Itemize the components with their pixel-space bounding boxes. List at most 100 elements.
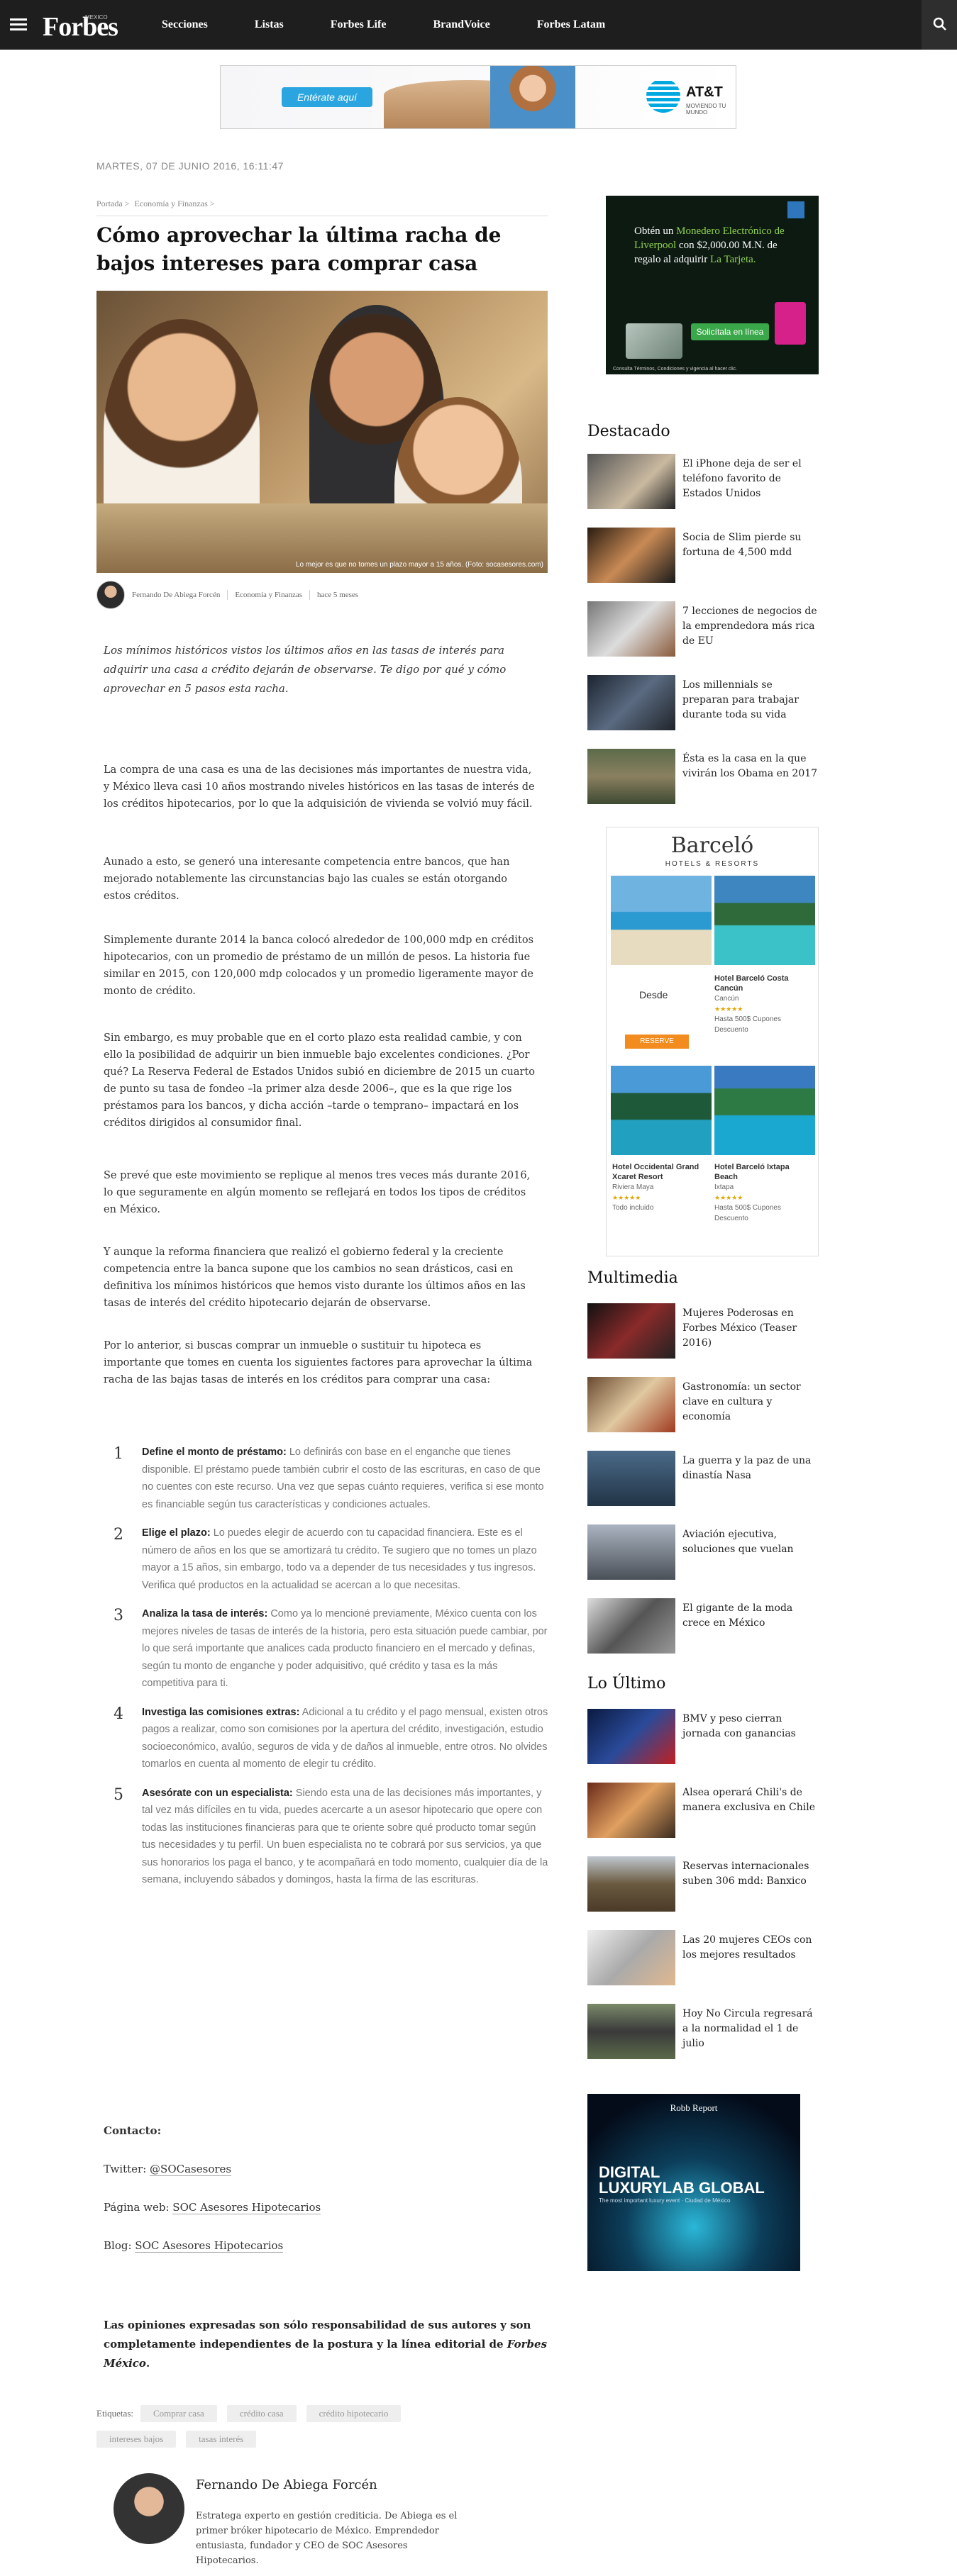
list-item[interactable]: El gigante de la moda crece en México: [587, 1598, 822, 1672]
list-item[interactable]: Reservas internacionales suben 306 mdd: …: [587, 1856, 822, 1930]
author-photo[interactable]: [114, 2473, 184, 2544]
headline-link[interactable]: 7 lecciones de negocios de la emprendedo…: [682, 601, 822, 649]
thumbnail: [587, 1930, 675, 1985]
ad-cta-button[interactable]: Entérate aquí: [282, 87, 372, 107]
top-banner-ad[interactable]: Entérate aquí AT&T MOVIENDO TU MUNDO: [220, 65, 736, 129]
search-button[interactable]: [922, 0, 957, 50]
step-body: Siendo esta una de las decisiones más im…: [142, 1787, 548, 1886]
headline-link[interactable]: Gastronomía: un sector clave en cultura …: [682, 1377, 822, 1424]
list-item[interactable]: Aviación ejecutiva, soluciones que vuela…: [587, 1524, 822, 1598]
list-item: 5 Asesórate con un especialista: Siendo …: [104, 1785, 551, 1889]
price-from-label: Desde: [639, 989, 668, 1000]
time-ago: hace 5 meses: [317, 591, 359, 599]
step-body: Como ya lo mencioné previamente, México …: [142, 1608, 548, 1689]
main-nav-links: Secciones Listas Forbes Life BrandVoice …: [162, 18, 652, 31]
thumbnail: [587, 601, 675, 657]
headline-link[interactable]: Hoy No Circula regresará a la normalidad…: [682, 2004, 822, 2051]
hotel-image[interactable]: [714, 1066, 815, 1155]
liverpool-amex-ad[interactable]: Obtén un Monedero Electrónico de Liverpo…: [606, 196, 819, 374]
tag-credito-casa[interactable]: crédito casa: [226, 2405, 297, 2422]
hotel-image[interactable]: [611, 876, 712, 965]
headline-link[interactable]: Socia de Slim pierde su fortuna de 4,500…: [682, 528, 822, 560]
list-item[interactable]: 7 lecciones de negocios de la emprendedo…: [587, 601, 822, 675]
opinion-disclaimer: Las opiniones expresadas son sólo respon…: [104, 2319, 548, 2370]
tag-comprar-casa[interactable]: Comprar casa: [140, 2405, 217, 2422]
list-item[interactable]: Gastronomía: un sector clave en cultura …: [587, 1377, 822, 1451]
headline-link[interactable]: Aviación ejecutiva, soluciones que vuela…: [682, 1524, 822, 1557]
headline-link[interactable]: Alsea operará Chili's de manera exclusiv…: [682, 1783, 822, 1815]
nav-link-brandvoice[interactable]: BrandVoice: [433, 18, 489, 31]
tag-credito-hipotecario[interactable]: crédito hipotecario: [306, 2405, 402, 2422]
multimedia-heading: Multimedia: [587, 1269, 678, 1287]
hotel-caption: Hotel Barceló Ixtapa Beach Ixtapa ★★★★★ …: [714, 1163, 790, 1222]
headline-link[interactable]: BMV y peso cierran jornada con ganancias: [682, 1709, 822, 1741]
tags-section: Etiquetas: Comprar casa crédito casa cré…: [96, 2405, 551, 2456]
headline-link[interactable]: El iPhone deja de ser el teléfono favori…: [682, 454, 822, 501]
headline-link[interactable]: Las 20 mujeres CEOs con los mejores resu…: [682, 1930, 822, 1963]
list-item[interactable]: Socia de Slim pierde su fortuna de 4,500…: [587, 528, 822, 601]
step-number: 5: [114, 1785, 123, 1804]
web-label: Página web:: [104, 2201, 170, 2214]
headline-link[interactable]: Reservas internacionales suben 306 mdd: …: [682, 1856, 822, 1889]
breadcrumb-economia[interactable]: Economía y Finanzas >: [134, 199, 214, 208]
hotel-image[interactable]: [611, 1066, 712, 1155]
list-item[interactable]: Alsea operará Chili's de manera exclusiv…: [587, 1783, 822, 1856]
robb-report-ad[interactable]: Robb Report DIGITAL LUXURYLAB GLOBAL The …: [587, 2094, 800, 2271]
barcelo-subtitle: HOTELS & RESORTS: [665, 860, 760, 868]
article-lede: Los mínimos históricos vistos los último…: [104, 644, 507, 695]
author-box: Fernando De Abiega Forcén Estratega expe…: [114, 2473, 539, 2566]
list-item[interactable]: BMV y peso cierran jornada con ganancias: [587, 1709, 822, 1783]
headline-link[interactable]: Los millennials se preparan para trabaja…: [682, 675, 822, 723]
list-item[interactable]: Ésta es la casa en la que vivirán los Ob…: [587, 749, 822, 823]
headline-link[interactable]: Mujeres Poderosas en Forbes México (Teas…: [682, 1303, 822, 1351]
contact-web-row: Página web: SOC Asesores Hipotecarios: [104, 2201, 321, 2214]
list-item[interactable]: Mujeres Poderosas en Forbes México (Teas…: [587, 1303, 822, 1377]
hotel-caption: Hotel Occidental Grand Xcaret Resort Riv…: [612, 1163, 699, 1212]
nav-link-listas[interactable]: Listas: [255, 18, 284, 31]
author-link[interactable]: Fernando De Abiega Forcén: [132, 591, 220, 599]
barcelo-hotels-ad[interactable]: Barceló HOTELS & RESORTS Desde RESERVE H…: [606, 827, 819, 1256]
headline-link[interactable]: El gigante de la moda crece en México: [682, 1598, 822, 1631]
blog-link[interactable]: SOC Asesores Hipotecarios: [135, 2239, 284, 2253]
hero-caption: Lo mejor es que no tomes un plazo mayor …: [295, 561, 543, 569]
barcelo-logo: Barceló: [670, 833, 754, 858]
list-item[interactable]: Los millennials se preparan para trabaja…: [587, 675, 822, 749]
breadcrumb-portada[interactable]: Portada >: [96, 199, 129, 208]
nav-link-forbes-life[interactable]: Forbes Life: [331, 18, 387, 31]
tag-tasas-interes[interactable]: tasas interés: [186, 2431, 257, 2448]
thumbnail: [587, 1783, 675, 1838]
multimedia-list: Mujeres Poderosas en Forbes México (Teas…: [587, 1303, 822, 1672]
paragraph: Simplemente durante 2014 la banca colocó…: [104, 935, 534, 997]
nav-link-secciones[interactable]: Secciones: [162, 18, 208, 31]
paragraph: Y aunque la reforma financiera que reali…: [104, 1247, 526, 1309]
twitter-link[interactable]: @SOCasesores: [150, 2163, 232, 2176]
list-item[interactable]: La guerra y la paz de una dinastía Nasa: [587, 1451, 822, 1524]
ad-apply-button[interactable]: Solicítala en línea: [691, 323, 769, 340]
author-avatar[interactable]: [96, 581, 125, 609]
nav-link-forbes-latam[interactable]: Forbes Latam: [537, 18, 605, 31]
att-brand-text: AT&T: [686, 84, 723, 100]
list-item[interactable]: Hoy No Circula regresará a la normalidad…: [587, 2004, 822, 2078]
shopping-bag-image: [775, 302, 806, 345]
section-link[interactable]: Economía y Finanzas: [235, 591, 302, 599]
destacado-heading: Destacado: [587, 423, 670, 440]
thumbnail: [587, 749, 675, 804]
step-heading: Asesórate con un especialista:: [142, 1787, 293, 1799]
headline-link[interactable]: Ésta es la casa en la que vivirán los Ob…: [682, 749, 822, 781]
hotel-image[interactable]: [714, 876, 815, 965]
thumbnail: [587, 454, 675, 509]
headline-link[interactable]: La guerra y la paz de una dinastía Nasa: [682, 1451, 822, 1483]
destacado-list: El iPhone deja de ser el teléfono favori…: [587, 454, 822, 823]
hamburger-menu-icon[interactable]: [10, 18, 30, 31]
list-item[interactable]: El iPhone deja de ser el teléfono favori…: [587, 454, 822, 528]
thumbnail: [587, 1524, 675, 1580]
hotel-caption: Hotel Barceló Costa Cancún Cancún ★★★★★ …: [714, 974, 789, 1034]
author-name[interactable]: Fernando De Abiega Forcén: [196, 2477, 377, 2492]
contact-heading: Contacto:: [104, 2124, 162, 2137]
reserve-button[interactable]: RESERVE: [625, 1035, 689, 1049]
list-item[interactable]: Las 20 mujeres CEOs con los mejores resu…: [587, 1930, 822, 2004]
tag-intereses-bajos[interactable]: intereses bajos: [96, 2431, 177, 2448]
web-link[interactable]: SOC Asesores Hipotecarios: [172, 2201, 321, 2214]
twitter-label: Twitter:: [104, 2163, 147, 2175]
blog-label: Blog:: [104, 2239, 132, 2252]
